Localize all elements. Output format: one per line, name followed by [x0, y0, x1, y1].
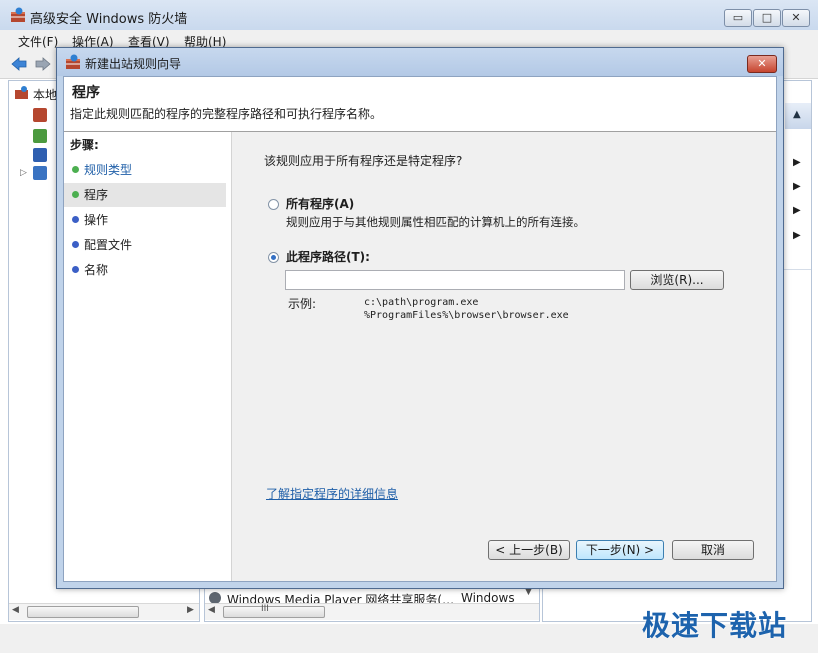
back-button[interactable]: < 上一步(B) [488, 540, 570, 560]
center-hscroll[interactable]: ◀ III [205, 603, 539, 620]
wizard-header: 程序 指定此规则匹配的程序的完整程序路径和可执行程序名称。 [64, 77, 776, 132]
step-status-dot-icon [72, 241, 79, 248]
main-titlebar: 高级安全 Windows 防火墙 ▭ □ ✕ [0, 0, 818, 31]
wizard-step: 操作 [64, 208, 226, 232]
step-status-dot-icon [72, 266, 79, 273]
wizard-step-label: 名称 [84, 263, 109, 277]
watermark-text: 极速下载站 [642, 609, 788, 642]
tree-hscroll[interactable]: ◀ ▶ [9, 603, 199, 620]
all-programs-label[interactable]: 所有程序(A) [286, 195, 354, 212]
forward-arrow-icon[interactable] [34, 56, 52, 72]
content-pane: 该规则应用于所有程序还是特定程序? 所有程序(A) 规则应用于与其他规则属性相匹… [232, 132, 776, 581]
expand-arrow-icon[interactable]: ▷ [20, 168, 27, 178]
wizard-step: 配置文件 [64, 233, 226, 257]
step-status-dot-icon [72, 216, 79, 223]
dialog-titlebar: 新建出站规则向导 ✕ [57, 48, 783, 76]
menu-file[interactable]: 文件(F) [18, 33, 58, 50]
scroll-right-icon[interactable]: ▶ [187, 605, 194, 615]
back-arrow-icon[interactable] [10, 56, 28, 72]
dialog-title: 新建出站规则向导 [85, 57, 182, 71]
program-path-input[interactable] [285, 270, 625, 290]
all-programs-desc: 规则应用于与其他规则属性相匹配的计算机上的所有连接。 [286, 215, 585, 229]
wizard-step-label: 程序 [84, 188, 109, 202]
outbound-rules-icon[interactable] [33, 129, 47, 143]
chevron-right-icon[interactable]: ▶ [793, 205, 801, 216]
steps-pane: 步骤: 规则类型程序操作配置文件名称 [64, 132, 232, 581]
dialog-body: 程序 指定此规则匹配的程序的完整程序路径和可执行程序名称。 步骤: 规则类型 程序… [63, 76, 777, 582]
program-path-label[interactable]: 此程序路径(T): [286, 248, 370, 265]
page-subtitle: 指定此规则匹配的程序的完整程序路径和可执行程序名称。 [70, 107, 383, 121]
next-button[interactable]: 下一步(N) > [576, 540, 664, 560]
connection-security-icon[interactable] [33, 148, 47, 162]
dialog-close-button[interactable]: ✕ [747, 55, 777, 73]
chevron-right-icon[interactable]: ▶ [793, 230, 801, 241]
firewall-icon [66, 54, 80, 69]
step-status-dot-icon [72, 166, 79, 173]
center-scroll-thumb[interactable] [223, 606, 325, 618]
firewall-icon [11, 7, 25, 22]
wizard-step: 程序 [64, 183, 226, 207]
scroll-left-icon[interactable]: ◀ [208, 605, 215, 615]
example-label: 示例: [288, 297, 317, 311]
learn-more-link[interactable]: 了解指定程序的详细信息 [266, 485, 398, 502]
wizard-step-label: 规则类型 [84, 163, 133, 177]
wizard-step-label: 操作 [84, 213, 109, 227]
actions-collapse[interactable]: ▲ [785, 103, 811, 129]
program-path-radio[interactable] [268, 252, 279, 263]
chevron-up-icon[interactable]: ▲ [793, 109, 801, 120]
scroll-left-icon[interactable]: ◀ [12, 605, 19, 615]
inbound-rules-icon[interactable] [33, 108, 47, 122]
main-window-title: 高级安全 Windows 防火墙 [30, 12, 188, 27]
monitoring-icon[interactable] [33, 166, 47, 180]
maximize-button[interactable]: □ [753, 9, 781, 27]
example-line-1: c:\path\program.exe [364, 297, 479, 308]
wizard-dialog: 新建出站规则向导 ✕ 程序 指定此规则匹配的程序的完整程序路径和可执行程序名称。… [56, 47, 784, 589]
wizard-step-label: 配置文件 [84, 238, 133, 252]
chevron-right-icon[interactable]: ▶ [793, 157, 801, 168]
chevron-right-icon[interactable]: ▶ [793, 181, 801, 192]
tree-root-label[interactable]: 本地 [33, 86, 57, 103]
cancel-button[interactable]: 取消 [672, 540, 754, 560]
steps-heading: 步骤: [70, 138, 99, 152]
page-title: 程序 [72, 85, 100, 101]
browse-button[interactable]: 浏览(R)... [630, 270, 724, 290]
wizard-step[interactable]: 规则类型 [64, 158, 226, 182]
close-button[interactable]: ✕ [782, 9, 810, 27]
computer-icon [15, 86, 28, 99]
step-status-dot-icon [72, 191, 79, 198]
tree-scroll-thumb[interactable] [27, 606, 139, 618]
all-programs-radio[interactable] [268, 199, 279, 210]
minimize-button[interactable]: ▭ [724, 9, 752, 27]
wizard-step: 名称 [64, 258, 226, 282]
example-line-2: %ProgramFiles%\browser\browser.exe [364, 310, 569, 321]
scope-question: 该规则应用于所有程序还是特定程序? [264, 154, 463, 168]
scroll-grip-label: III [261, 604, 269, 614]
